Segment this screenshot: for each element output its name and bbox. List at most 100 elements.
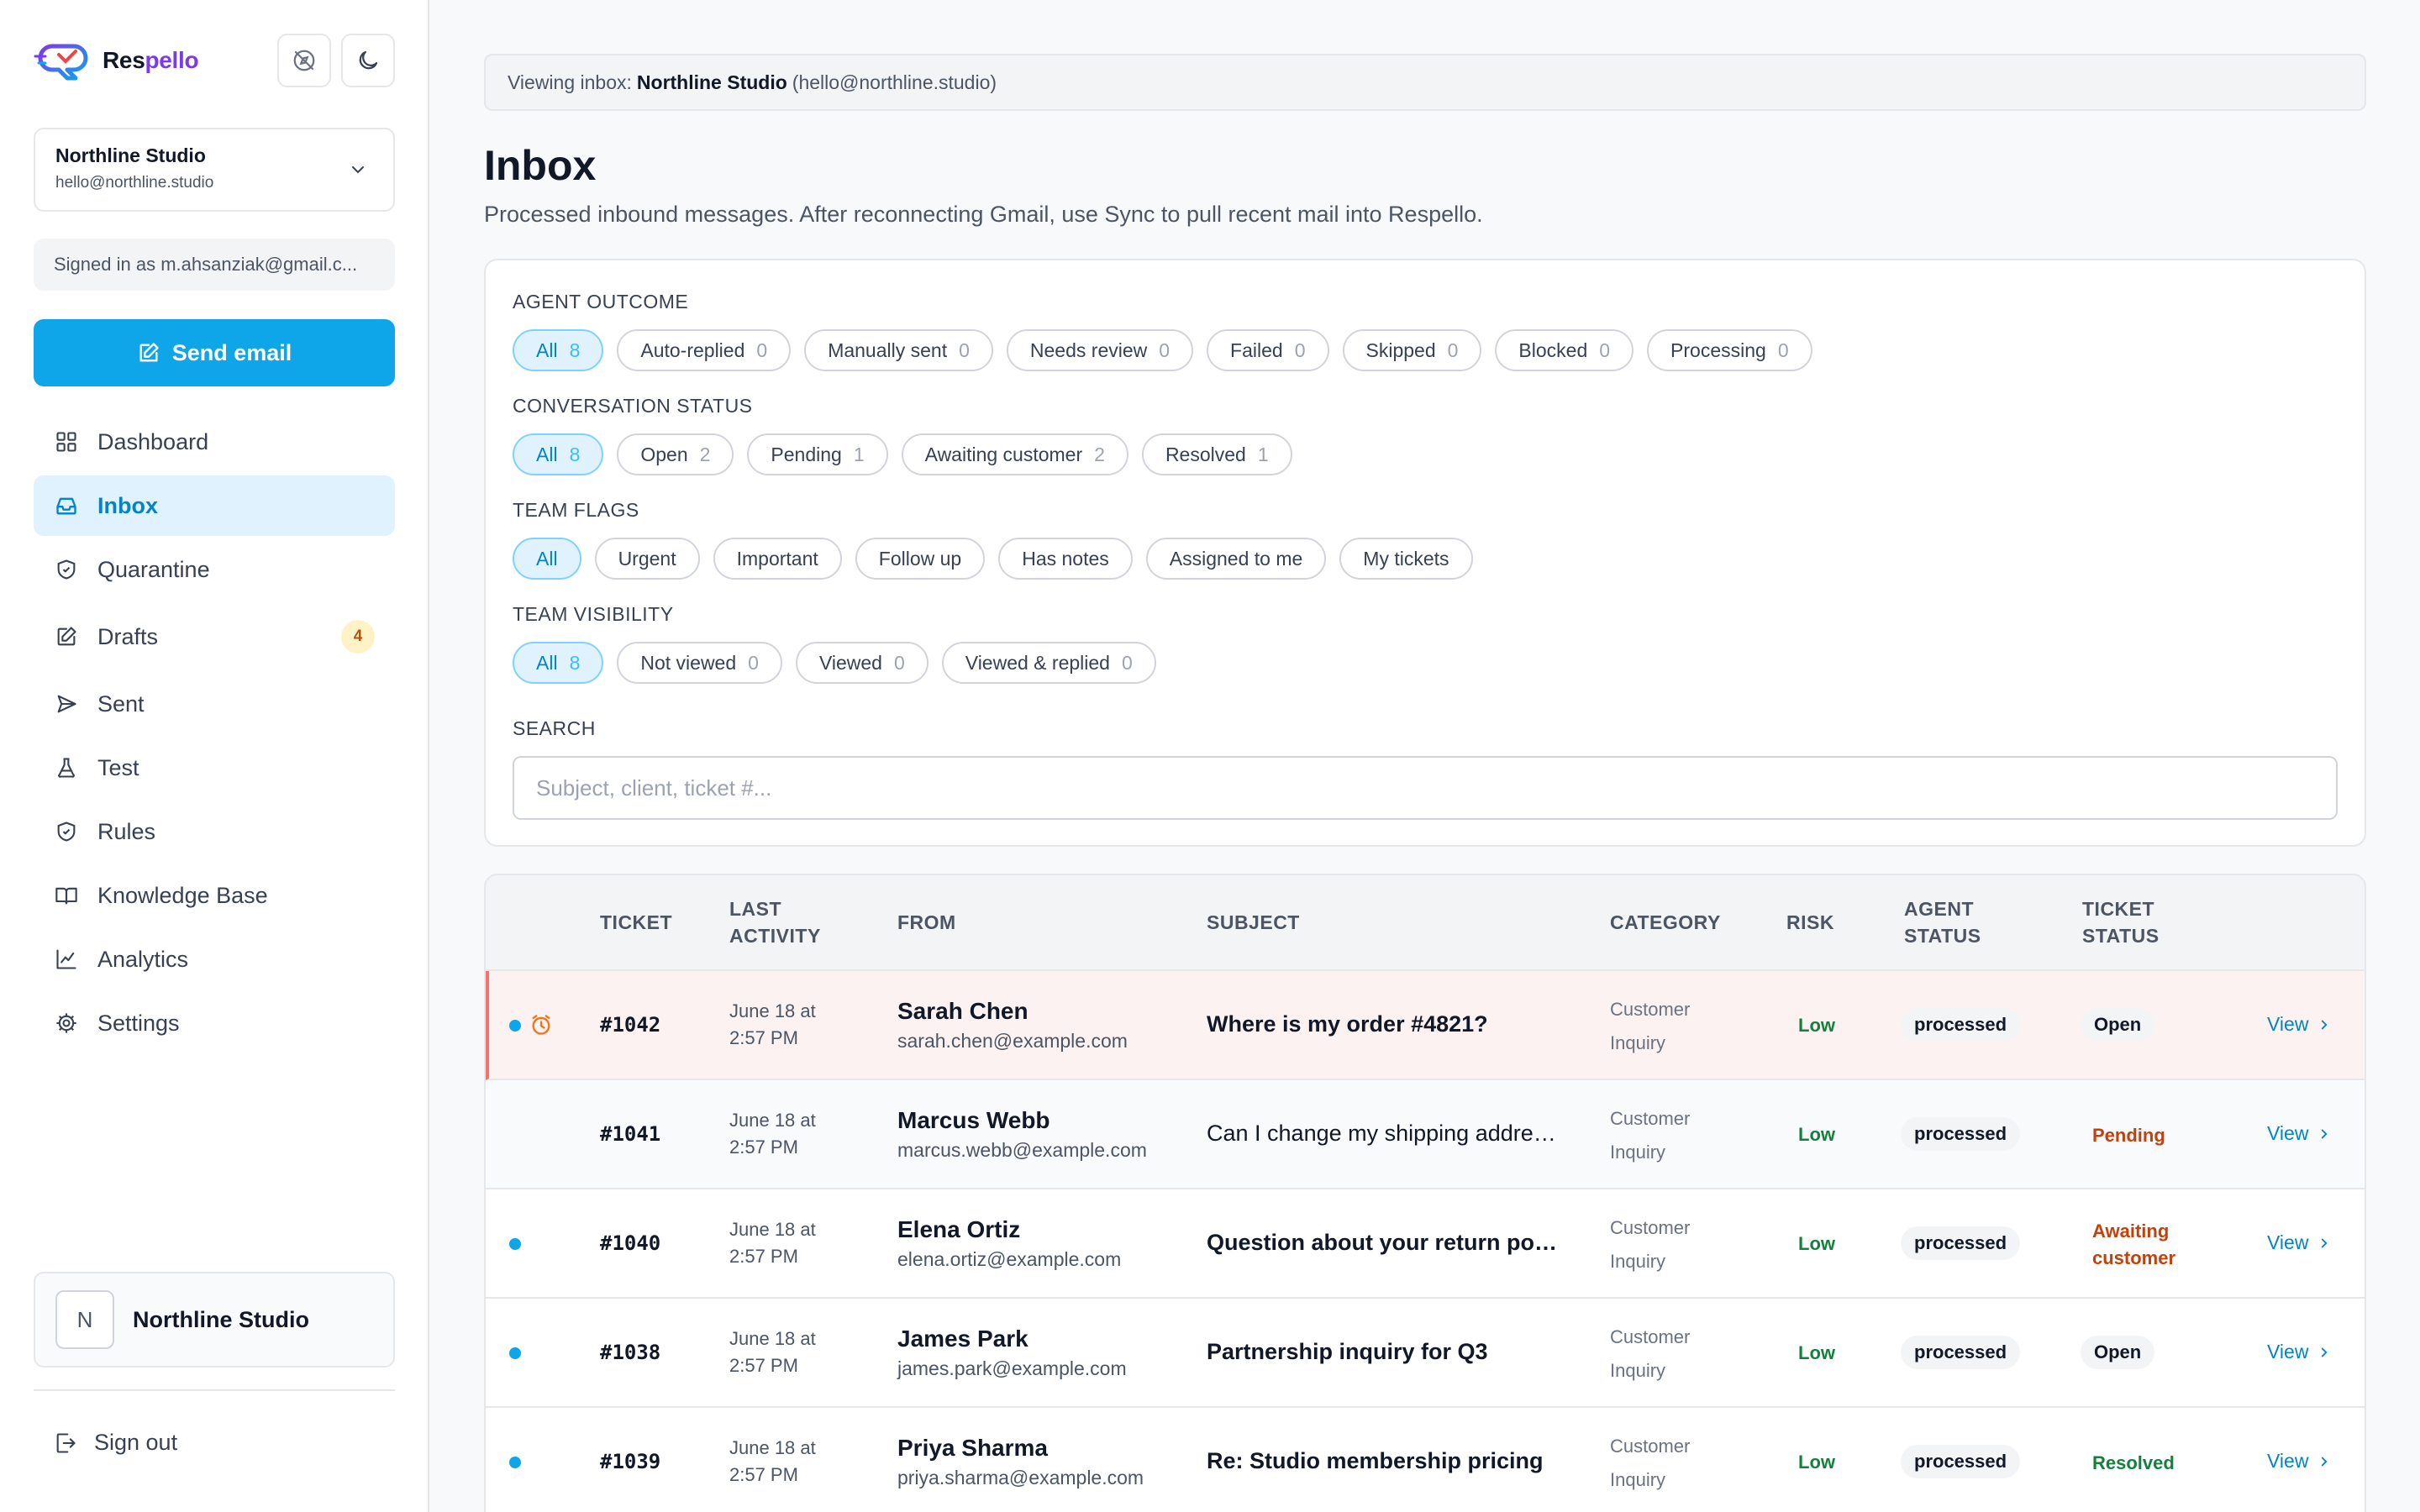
filter-chip-team-flags-follow-up[interactable]: Follow up (855, 538, 986, 580)
compass-off-button[interactable] (277, 34, 331, 87)
chip-label: All (536, 339, 558, 361)
header-agent-status[interactable]: AGENT STATUS (1904, 895, 1981, 949)
chip-count: 0 (1777, 339, 1789, 361)
filter-chip-conversation-status-resolved[interactable]: Resolved 1 (1141, 433, 1292, 475)
search-label: SEARCH (513, 717, 596, 739)
sidebar-item-settings[interactable]: Settings (34, 993, 395, 1053)
sidebar-item-test[interactable]: Test (34, 738, 395, 798)
header-from[interactable]: FROM (897, 909, 956, 936)
view-link[interactable]: View (2267, 1231, 2332, 1254)
filter-chip-team-visibility-all[interactable]: All 8 (513, 642, 604, 684)
sidebar-item-label: Knowledge Base (97, 882, 268, 908)
header-subject[interactable]: SUBJECT (1207, 909, 1300, 936)
filter-chip-team-flags-urgent[interactable]: Urgent (594, 538, 700, 580)
header-risk[interactable]: RISK (1786, 909, 1834, 936)
risk-level: Low (1798, 1342, 1835, 1363)
table-row[interactable]: #1038 June 18 at 2:57 PM James Park james.pa… (486, 1299, 2365, 1408)
category: Customer Inquiry (1610, 1430, 1690, 1497)
filter-chip-conversation-status-pending[interactable]: Pending 1 (747, 433, 888, 475)
filter-chip-team-flags-my-tickets[interactable]: My tickets (1339, 538, 1473, 580)
send-email-button[interactable]: Send email (34, 319, 395, 386)
ticket-status-line1: Awaiting (2092, 1221, 2170, 1242)
sidebar-item-label: Settings (97, 1010, 180, 1036)
filter-chip-agent-outcome-needs-review[interactable]: Needs review 0 (1006, 329, 1194, 371)
brand[interactable]: Respello (34, 37, 199, 84)
sidebar-item-analytics[interactable]: Analytics (34, 929, 395, 990)
category-line1: Customer (1610, 1326, 1691, 1347)
sidebar-item-rules[interactable]: Rules (34, 801, 395, 862)
filter-chip-team-flags-important[interactable]: Important (713, 538, 842, 580)
agent-status-badge: processed (1901, 1336, 2021, 1369)
sign-out-button[interactable]: Sign out (54, 1430, 177, 1456)
header-ticket[interactable]: TICKET (600, 909, 672, 936)
from-email: sarah.chen@example.com (897, 1030, 1128, 1052)
sidebar-item-quarantine[interactable]: Quarantine (34, 539, 395, 600)
sidebar-item-inbox[interactable]: Inbox (34, 475, 395, 536)
page-description: Processed inbound messages. After reconn… (484, 202, 1483, 227)
filter-chip-conversation-status-all[interactable]: All 8 (513, 433, 604, 475)
filter-chip-team-visibility-viewed[interactable]: Viewed 0 (795, 642, 929, 684)
chip-count: 0 (1121, 651, 1133, 674)
category-line1: Customer (1610, 1108, 1691, 1129)
filter-chip-conversation-status-awaiting-customer[interactable]: Awaiting customer 2 (901, 433, 1128, 475)
filter-chip-team-visibility-viewed-replied[interactable]: Viewed & replied 0 (941, 642, 1156, 684)
filter-chip-agent-outcome-manually-sent[interactable]: Manually sent 0 (804, 329, 993, 371)
filter-chip-team-flags-has-notes[interactable]: Has notes (998, 538, 1133, 580)
org-card[interactable]: N Northline Studio (34, 1272, 395, 1368)
sidebar-item-dashboard[interactable]: Dashboard (34, 412, 395, 472)
chip-count: 0 (756, 339, 768, 361)
chip-label: Failed (1230, 339, 1283, 361)
view-link[interactable]: View (2267, 1341, 2332, 1363)
theme-toggle-button[interactable] (341, 34, 395, 87)
table-row[interactable]: #1039 June 18 at 2:57 PM Priya Sharma priya.… (486, 1408, 2365, 1512)
header-category[interactable]: CATEGORY (1610, 909, 1721, 936)
filter-chip-agent-outcome-auto-replied[interactable]: Auto-replied 0 (617, 329, 792, 371)
last-activity: June 18 at 2:57 PM (729, 1435, 816, 1488)
ticket-status-label: Open (2094, 1341, 2142, 1362)
chip-count: 1 (1257, 443, 1269, 465)
ticket-number: #1041 (600, 1122, 661, 1146)
header-ticket-status[interactable]: TICKET STATUS (2082, 895, 2160, 949)
from-cell: Elena Ortiz elena.ortiz@example.com (897, 1216, 1121, 1271)
filter-chip-team-flags-all[interactable]: All (513, 538, 581, 580)
sidebar-item-drafts[interactable]: Drafts 4 (34, 603, 395, 670)
shield-icon (54, 557, 79, 582)
sidebar-item-label: Rules (97, 818, 156, 844)
ticket-status-label: Resolved (2092, 1452, 2175, 1473)
agent-status-badge: processed (1901, 1445, 2021, 1478)
search-input[interactable] (513, 756, 2338, 820)
filter-chip-agent-outcome-failed[interactable]: Failed 0 (1207, 329, 1329, 371)
page-title: Inbox (484, 142, 597, 189)
from-email: james.park@example.com (897, 1357, 1127, 1379)
filter-chip-conversation-status-open[interactable]: Open 2 (617, 433, 734, 475)
shield-check-icon (54, 819, 79, 844)
send-email-label: Send email (171, 339, 292, 365)
sidebar-item-label: Dashboard (97, 428, 209, 454)
sidebar-item-sent[interactable]: Sent (34, 674, 395, 734)
table-row[interactable]: #1040 June 18 at 2:57 PM Elena Ortiz elena.o… (486, 1189, 2365, 1299)
org-selector[interactable]: Northline Studio hello@northline.studio (34, 128, 395, 212)
team-flags-label: TEAM FLAGS (513, 499, 639, 521)
avatar: N (55, 1290, 114, 1349)
last-activity: June 18 at 2:57 PM (729, 998, 816, 1052)
table-row[interactable]: #1041 June 18 at 2:57 PM Marcus Webb marcus.… (486, 1080, 2365, 1189)
filter-chip-agent-outcome-all[interactable]: All 8 (513, 329, 604, 371)
filter-chip-agent-outcome-skipped[interactable]: Skipped 0 (1342, 329, 1482, 371)
table-row[interactable]: #1042 June 18 at 2:57 PM Sarah Chen sarah.ch… (486, 971, 2365, 1080)
filter-chip-team-visibility-not-viewed[interactable]: Not viewed 0 (617, 642, 782, 684)
chip-label: Viewed (818, 651, 882, 674)
activity-date: June 18 at (729, 1000, 816, 1021)
subject: Where is my order #4821? (1207, 1011, 1488, 1037)
view-label: View (2267, 1013, 2309, 1035)
chip-label: Assigned to me (1169, 547, 1303, 570)
filter-chip-agent-outcome-processing[interactable]: Processing 0 (1647, 329, 1812, 371)
chip-count: 2 (1094, 443, 1105, 465)
header-last-activity[interactable]: LAST ACTIVITY (729, 895, 821, 949)
view-link[interactable]: View (2267, 1450, 2332, 1473)
view-link[interactable]: View (2267, 1122, 2332, 1145)
filter-chip-team-flags-assigned-to-me[interactable]: Assigned to me (1145, 538, 1327, 580)
category-line2: Inquiry (1610, 1469, 1666, 1490)
filter-chip-agent-outcome-blocked[interactable]: Blocked 0 (1495, 329, 1634, 371)
sidebar-item-knowledge-base[interactable]: Knowledge Base (34, 865, 395, 926)
view-link[interactable]: View (2267, 1013, 2332, 1036)
